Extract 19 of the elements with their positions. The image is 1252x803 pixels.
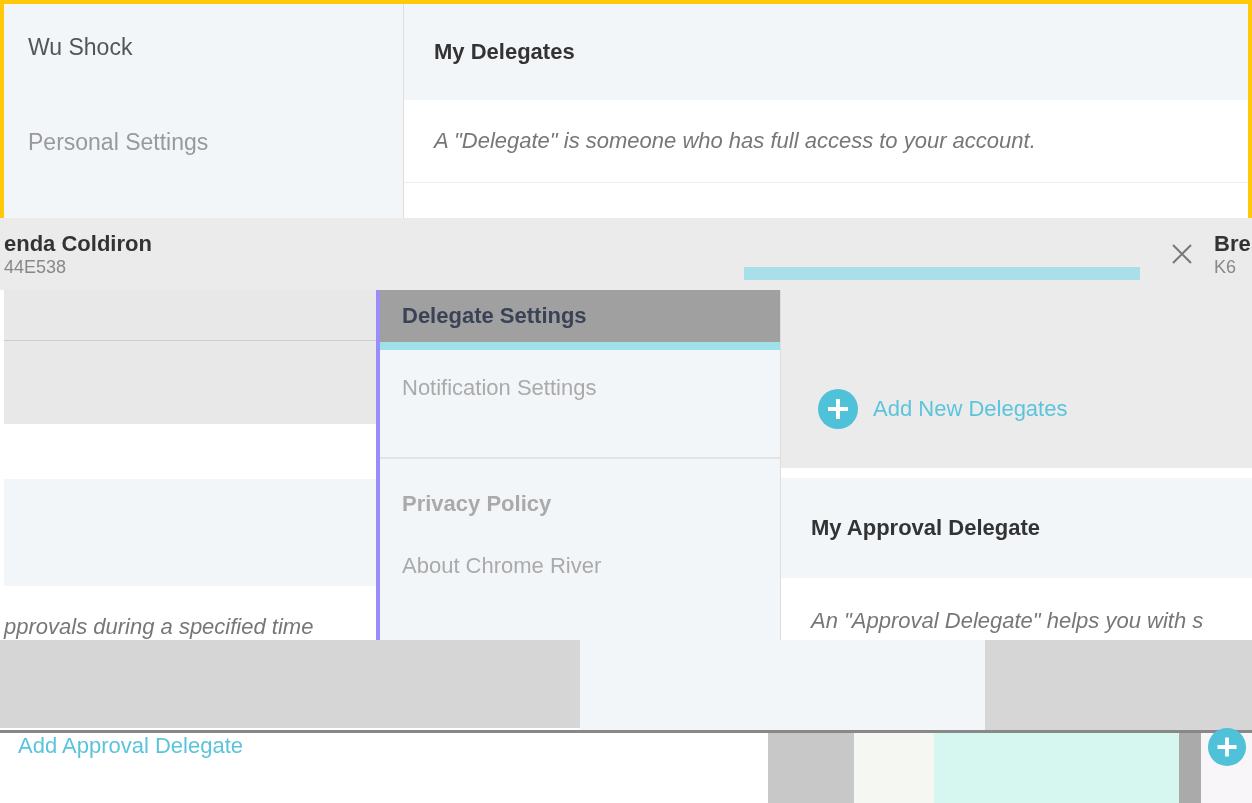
- menu-item[interactable]: Delegate Settings: [380, 290, 780, 350]
- user-name: Wu Shock: [28, 34, 133, 61]
- user-name: Bre: [1214, 230, 1251, 257]
- user-code: K6: [1214, 256, 1238, 278]
- plus-icon[interactable]: [817, 388, 859, 430]
- menu-link[interactable]: About Chrome River: [380, 535, 780, 597]
- nav-link[interactable]: Personal Settings: [28, 129, 209, 156]
- add-delegates-link[interactable]: Add New Delegates: [873, 396, 1068, 422]
- description: pprovals during a specified time: [4, 613, 315, 640]
- add-approval-delegate-link[interactable]: Add Approval Delegate: [18, 733, 244, 759]
- description: A "Delegate" is someone who has full access to your account.: [404, 100, 1248, 183]
- close-icon[interactable]: [1170, 242, 1194, 266]
- user-name: enda Coldiron: [4, 230, 153, 257]
- section-title: My Approval Delegate: [811, 515, 1041, 541]
- section-title: My Delegates: [434, 39, 575, 65]
- plus-icon[interactable]: [1206, 727, 1247, 767]
- description: An "Approval Delegate" helps you with s: [809, 607, 1205, 634]
- menu-link[interactable]: Privacy Policy: [380, 473, 780, 535]
- user-code: 44E538: [4, 256, 68, 278]
